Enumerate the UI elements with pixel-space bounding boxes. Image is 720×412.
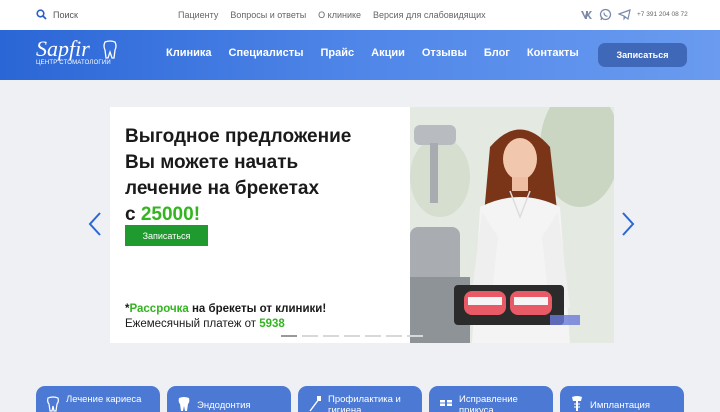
service-card-implants[interactable]: Имплантация: [560, 386, 684, 412]
telegram-icon[interactable]: [618, 8, 631, 21]
tooth-icon: [47, 396, 59, 412]
headline-price: 25000!: [140, 204, 201, 225]
braces-icon: [439, 400, 453, 406]
headline-line-3: лечение на брекетах: [125, 178, 320, 199]
phone-number[interactable]: +7 391 204 08 72: [637, 11, 688, 18]
slider-dot[interactable]: [281, 335, 297, 337]
main-nav: Клиника Специалисты Прайс Акции Отзывы Б…: [166, 47, 579, 59]
logo-tooth-icon: [103, 40, 117, 59]
promo-installment: Рассрочка: [129, 303, 189, 315]
main-header: Sapfir ЦЕНТР СТОМАТОЛОГИИ Клиника Специа…: [0, 30, 720, 80]
tooth-root-icon: [178, 397, 190, 411]
slider-dot[interactable]: [344, 335, 360, 337]
promo-slide: Выгодное предложение Вы можете начать ле…: [110, 107, 614, 343]
service-card-prevention[interactable]: Профилактика и гигиена: [298, 386, 422, 412]
brush-icon: [309, 396, 321, 412]
top-nav: Пациенту Вопросы и ответы О клинике Верс…: [178, 10, 486, 20]
top-link-patient[interactable]: Пациенту: [178, 10, 218, 20]
nav-contacts[interactable]: Контакты: [527, 47, 579, 59]
promo-rest: на брекеты от клиники!: [188, 303, 327, 315]
nav-reviews[interactable]: Отзывы: [422, 47, 467, 59]
service-card-orthodontics[interactable]: Исправление прикуса: [429, 386, 553, 412]
slider-next-arrow-icon[interactable]: [621, 212, 635, 236]
doctor-illustration: [410, 107, 614, 343]
service-cards: Лечение кариеса Эндодонтия Профилактика …: [36, 386, 684, 412]
nav-promotions[interactable]: Акции: [371, 47, 405, 59]
monthly-value: 5938: [259, 318, 285, 330]
slide-headline: Выгодное предложение Вы можете начать ле…: [125, 124, 425, 228]
top-bar: Поиск Пациенту Вопросы и ответы О клиник…: [0, 0, 720, 30]
slider-dot[interactable]: [323, 335, 339, 337]
top-link-faq[interactable]: Вопросы и ответы: [230, 10, 306, 20]
slider-dot[interactable]: [407, 335, 423, 337]
top-link-about[interactable]: О клинике: [318, 10, 361, 20]
service-label: Имплантация: [590, 400, 650, 411]
monthly-line: Ежемесячный платеж от 5938: [125, 317, 326, 332]
service-label: Профилактика и гигиена: [328, 394, 401, 412]
nav-blog[interactable]: Блог: [484, 47, 510, 59]
logo-wordmark: Sapfir: [36, 36, 90, 61]
slider-dot[interactable]: [365, 335, 381, 337]
headline-prefix: с: [125, 204, 141, 225]
nav-specialists[interactable]: Специалисты: [229, 47, 304, 59]
implant-icon: [572, 396, 582, 411]
headline-line-2: Вы можете начать: [125, 152, 299, 173]
slider-dots: [281, 335, 423, 337]
headline-line-1: Выгодное предложение: [125, 126, 352, 147]
service-card-caries[interactable]: Лечение кариеса: [36, 386, 160, 412]
search-link[interactable]: Поиск: [36, 9, 78, 20]
slider-dot[interactable]: [302, 335, 318, 337]
installment-line: *Рассрочка на брекеты от клиники!: [125, 302, 326, 317]
logo[interactable]: Sapfir ЦЕНТР СТОМАТОЛОГИИ: [36, 36, 111, 67]
slider-prev-arrow-icon[interactable]: [88, 212, 102, 236]
monthly-text: Ежемесячный платеж от: [125, 318, 260, 330]
signup-button[interactable]: Записаться: [598, 43, 687, 67]
logo-subtitle: ЦЕНТР СТОМАТОЛОГИИ: [36, 60, 111, 66]
service-label: Эндодонтия: [197, 400, 251, 411]
slider-dot[interactable]: [386, 335, 402, 337]
search-icon: [36, 9, 47, 20]
whatsapp-icon[interactable]: [599, 8, 612, 21]
service-label: Исправление прикуса: [459, 394, 518, 412]
doctor-photo: [410, 107, 614, 343]
nav-prices[interactable]: Прайс: [321, 47, 355, 59]
installment-promo: *Рассрочка на брекеты от клиники! Ежемес…: [125, 302, 326, 332]
vk-icon[interactable]: [580, 8, 593, 21]
search-label: Поиск: [53, 9, 78, 20]
slide-signup-button[interactable]: Записаться: [125, 225, 208, 246]
nav-clinic[interactable]: Клиника: [166, 47, 212, 59]
service-label: Лечение кариеса: [66, 394, 142, 405]
top-link-accessibility[interactable]: Версия для слабовидящих: [373, 10, 486, 20]
social-links: [580, 8, 631, 21]
service-card-endodontics[interactable]: Эндодонтия: [167, 386, 291, 412]
